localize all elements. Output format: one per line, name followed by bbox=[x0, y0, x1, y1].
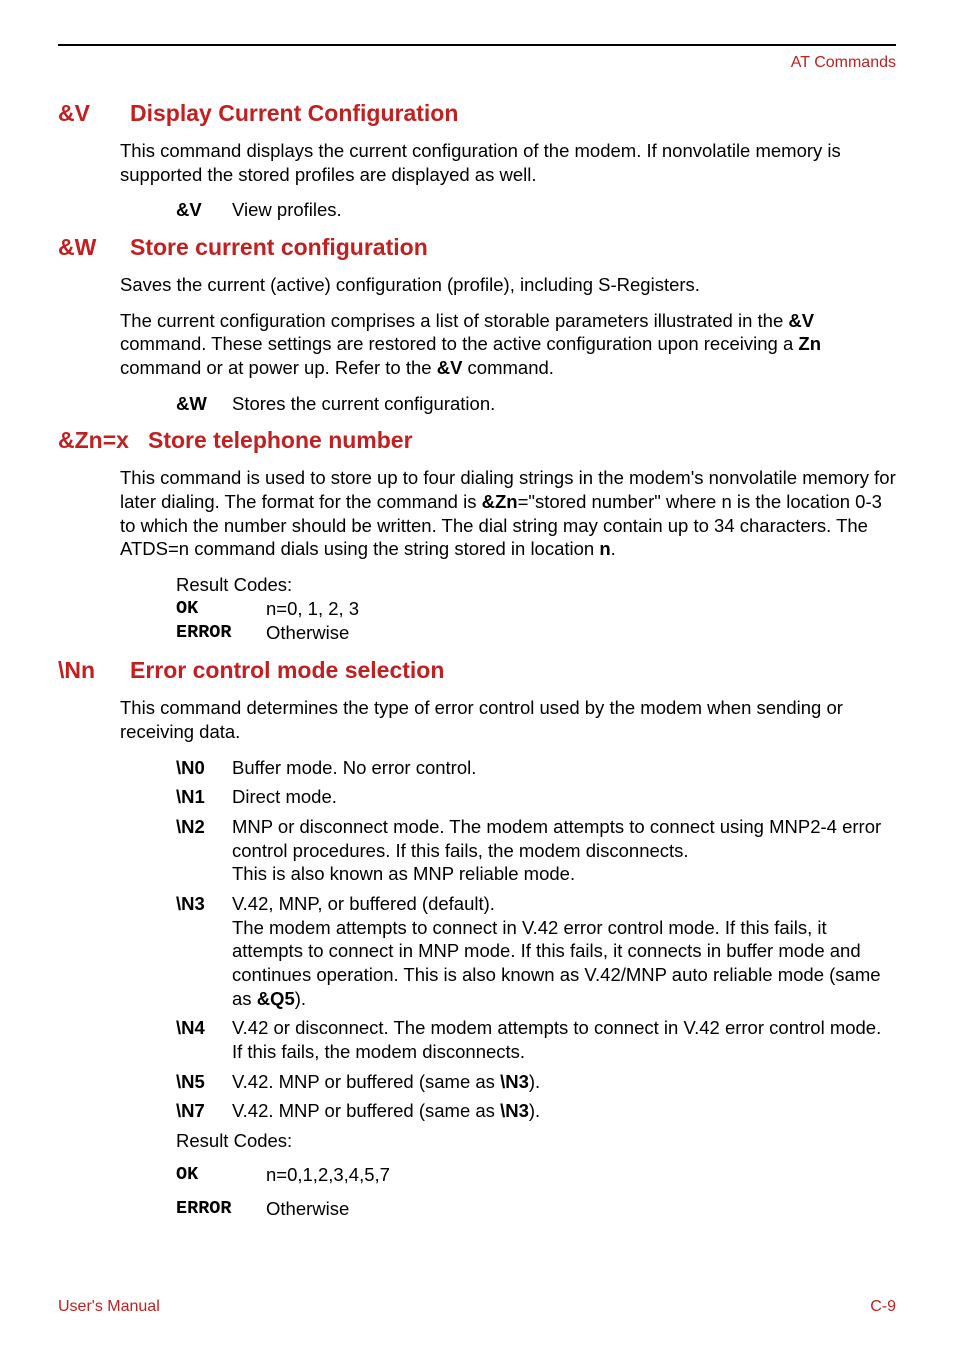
w-def-desc: Stores the current configuration. bbox=[232, 392, 896, 416]
n1-desc: Direct mode. bbox=[232, 785, 896, 809]
n7-desc-post: ). bbox=[529, 1100, 540, 1121]
n4-label: \N4 bbox=[176, 1016, 232, 1063]
n0-label: \N0 bbox=[176, 756, 232, 780]
v-para1: This command displays the current config… bbox=[120, 139, 896, 186]
heading-z-title: Store telephone number bbox=[148, 427, 413, 454]
heading-v: &V Display Current Configuration bbox=[58, 100, 896, 127]
n1-label: \N1 bbox=[176, 785, 232, 809]
n5-desc-post: ). bbox=[529, 1071, 540, 1092]
w-para1: Saves the current (active) configuration… bbox=[120, 273, 896, 297]
w-para2-b2: Zn bbox=[798, 333, 821, 354]
n5-desc-pre: V.42. MNP or buffered (same as bbox=[232, 1071, 500, 1092]
v-def-desc: View profiles. bbox=[232, 198, 896, 222]
w-para2-b1: &V bbox=[788, 310, 814, 331]
w-para2-mid2: command or at power up. Refer to the bbox=[120, 357, 437, 378]
n3-desc2-b: &Q5 bbox=[257, 988, 295, 1009]
footer-left: User's Manual bbox=[58, 1298, 160, 1316]
z-result-desc-0: n=0, 1, 2, 3 bbox=[266, 597, 359, 621]
n7-desc: V.42. MNP or buffered (same as \N3). bbox=[232, 1099, 896, 1123]
z-para1-b1: &Zn bbox=[482, 491, 518, 512]
n-def-row-5: \N5 V.42. MNP or buffered (same as \N3). bbox=[176, 1070, 896, 1094]
n3-desc2-post: ). bbox=[295, 988, 306, 1009]
page-content: AT Commands &V Display Current Configura… bbox=[0, 0, 954, 1221]
n-result-code-0: OK bbox=[176, 1163, 266, 1187]
heading-w-title: Store current configuration bbox=[130, 234, 428, 261]
n-result-row-0: OK n=0,1,2,3,4,5,7 bbox=[176, 1163, 896, 1187]
heading-w: &W Store current configuration bbox=[58, 234, 896, 261]
n-def-row-7: \N7 V.42. MNP or buffered (same as \N3). bbox=[176, 1099, 896, 1123]
w-para2-b3: &V bbox=[437, 357, 463, 378]
n2-desc: MNP or disconnect mode. The modem attemp… bbox=[232, 815, 896, 886]
heading-w-code: &W bbox=[58, 234, 130, 261]
page-footer: User's Manual C-9 bbox=[58, 1298, 896, 1316]
n5-label: \N5 bbox=[176, 1070, 232, 1094]
heading-v-title: Display Current Configuration bbox=[130, 100, 458, 127]
w-para2-post: command. bbox=[462, 357, 554, 378]
heading-v-code: &V bbox=[58, 100, 130, 127]
n-def-row-3: \N3 V.42, MNP, or buffered (default). Th… bbox=[176, 892, 896, 1010]
n-result-desc-0: n=0,1,2,3,4,5,7 bbox=[266, 1163, 390, 1187]
footer-right: C-9 bbox=[870, 1298, 896, 1316]
heading-z-code: &Zn=x bbox=[58, 427, 148, 454]
n-def-row-1: \N1 Direct mode. bbox=[176, 785, 896, 809]
header-right: AT Commands bbox=[58, 54, 896, 72]
n3-label: \N3 bbox=[176, 892, 232, 1010]
n7-desc-pre: V.42. MNP or buffered (same as bbox=[232, 1100, 500, 1121]
n3-desc1: V.42, MNP, or buffered (default). bbox=[232, 893, 495, 914]
z-para1: This command is used to store up to four… bbox=[120, 466, 896, 561]
n4-desc: V.42 or disconnect. The modem attempts t… bbox=[232, 1016, 896, 1063]
n5-desc: V.42. MNP or buffered (same as \N3). bbox=[232, 1070, 896, 1094]
n3-desc2-pre: The modem attempts to connect in V.42 er… bbox=[232, 917, 881, 1009]
w-para2-mid1: command. These settings are restored to … bbox=[120, 333, 798, 354]
w-def-row: &W Stores the current configuration. bbox=[176, 392, 896, 416]
n3-desc: V.42, MNP, or buffered (default). The mo… bbox=[232, 892, 896, 1010]
n2-desc1: MNP or disconnect mode. The modem attemp… bbox=[232, 816, 881, 861]
n-para1: This command determines the type of erro… bbox=[120, 696, 896, 743]
heading-n: \Nn Error control mode selection bbox=[58, 657, 896, 684]
z-para1-b2: n bbox=[599, 538, 610, 559]
n-def-row-0: \N0 Buffer mode. No error control. bbox=[176, 756, 896, 780]
heading-n-title: Error control mode selection bbox=[130, 657, 444, 684]
z-results: Result Codes: OK n=0, 1, 2, 3 ERROR Othe… bbox=[176, 573, 896, 645]
n7-desc-b: \N3 bbox=[500, 1100, 529, 1121]
n-def-row-2: \N2 MNP or disconnect mode. The modem at… bbox=[176, 815, 896, 886]
z-result-code-1: ERROR bbox=[176, 621, 266, 645]
z-result-desc-1: Otherwise bbox=[266, 621, 349, 645]
heading-z: &Zn=x Store telephone number bbox=[58, 427, 896, 454]
n2-label: \N2 bbox=[176, 815, 232, 886]
n7-label: \N7 bbox=[176, 1099, 232, 1123]
v-def-label: &V bbox=[176, 198, 232, 222]
n-result-code-1: ERROR bbox=[176, 1197, 266, 1221]
n-results: Result Codes: OK n=0,1,2,3,4,5,7 ERROR O… bbox=[176, 1129, 896, 1221]
n5-desc-b: \N3 bbox=[500, 1071, 529, 1092]
z-result-row-0: OK n=0, 1, 2, 3 bbox=[176, 597, 896, 621]
z-result-code-0: OK bbox=[176, 597, 266, 621]
z-result-row-1: ERROR Otherwise bbox=[176, 621, 896, 645]
n-def-row-4: \N4 V.42 or disconnect. The modem attemp… bbox=[176, 1016, 896, 1063]
n2-desc2: This is also known as MNP reliable mode. bbox=[232, 863, 575, 884]
heading-n-code: \Nn bbox=[58, 657, 130, 684]
n-result-desc-1: Otherwise bbox=[266, 1197, 349, 1221]
w-para2: The current configuration comprises a li… bbox=[120, 309, 896, 380]
w-def-label: &W bbox=[176, 392, 232, 416]
w-para2-pre: The current configuration comprises a li… bbox=[120, 310, 788, 331]
v-def-row: &V View profiles. bbox=[176, 198, 896, 222]
z-para1-post: . bbox=[611, 538, 616, 559]
n-results-label: Result Codes: bbox=[176, 1129, 896, 1153]
header-rule bbox=[58, 44, 896, 46]
n0-desc: Buffer mode. No error control. bbox=[232, 756, 896, 780]
n-result-row-1: ERROR Otherwise bbox=[176, 1197, 896, 1221]
z-results-label: Result Codes: bbox=[176, 573, 896, 597]
